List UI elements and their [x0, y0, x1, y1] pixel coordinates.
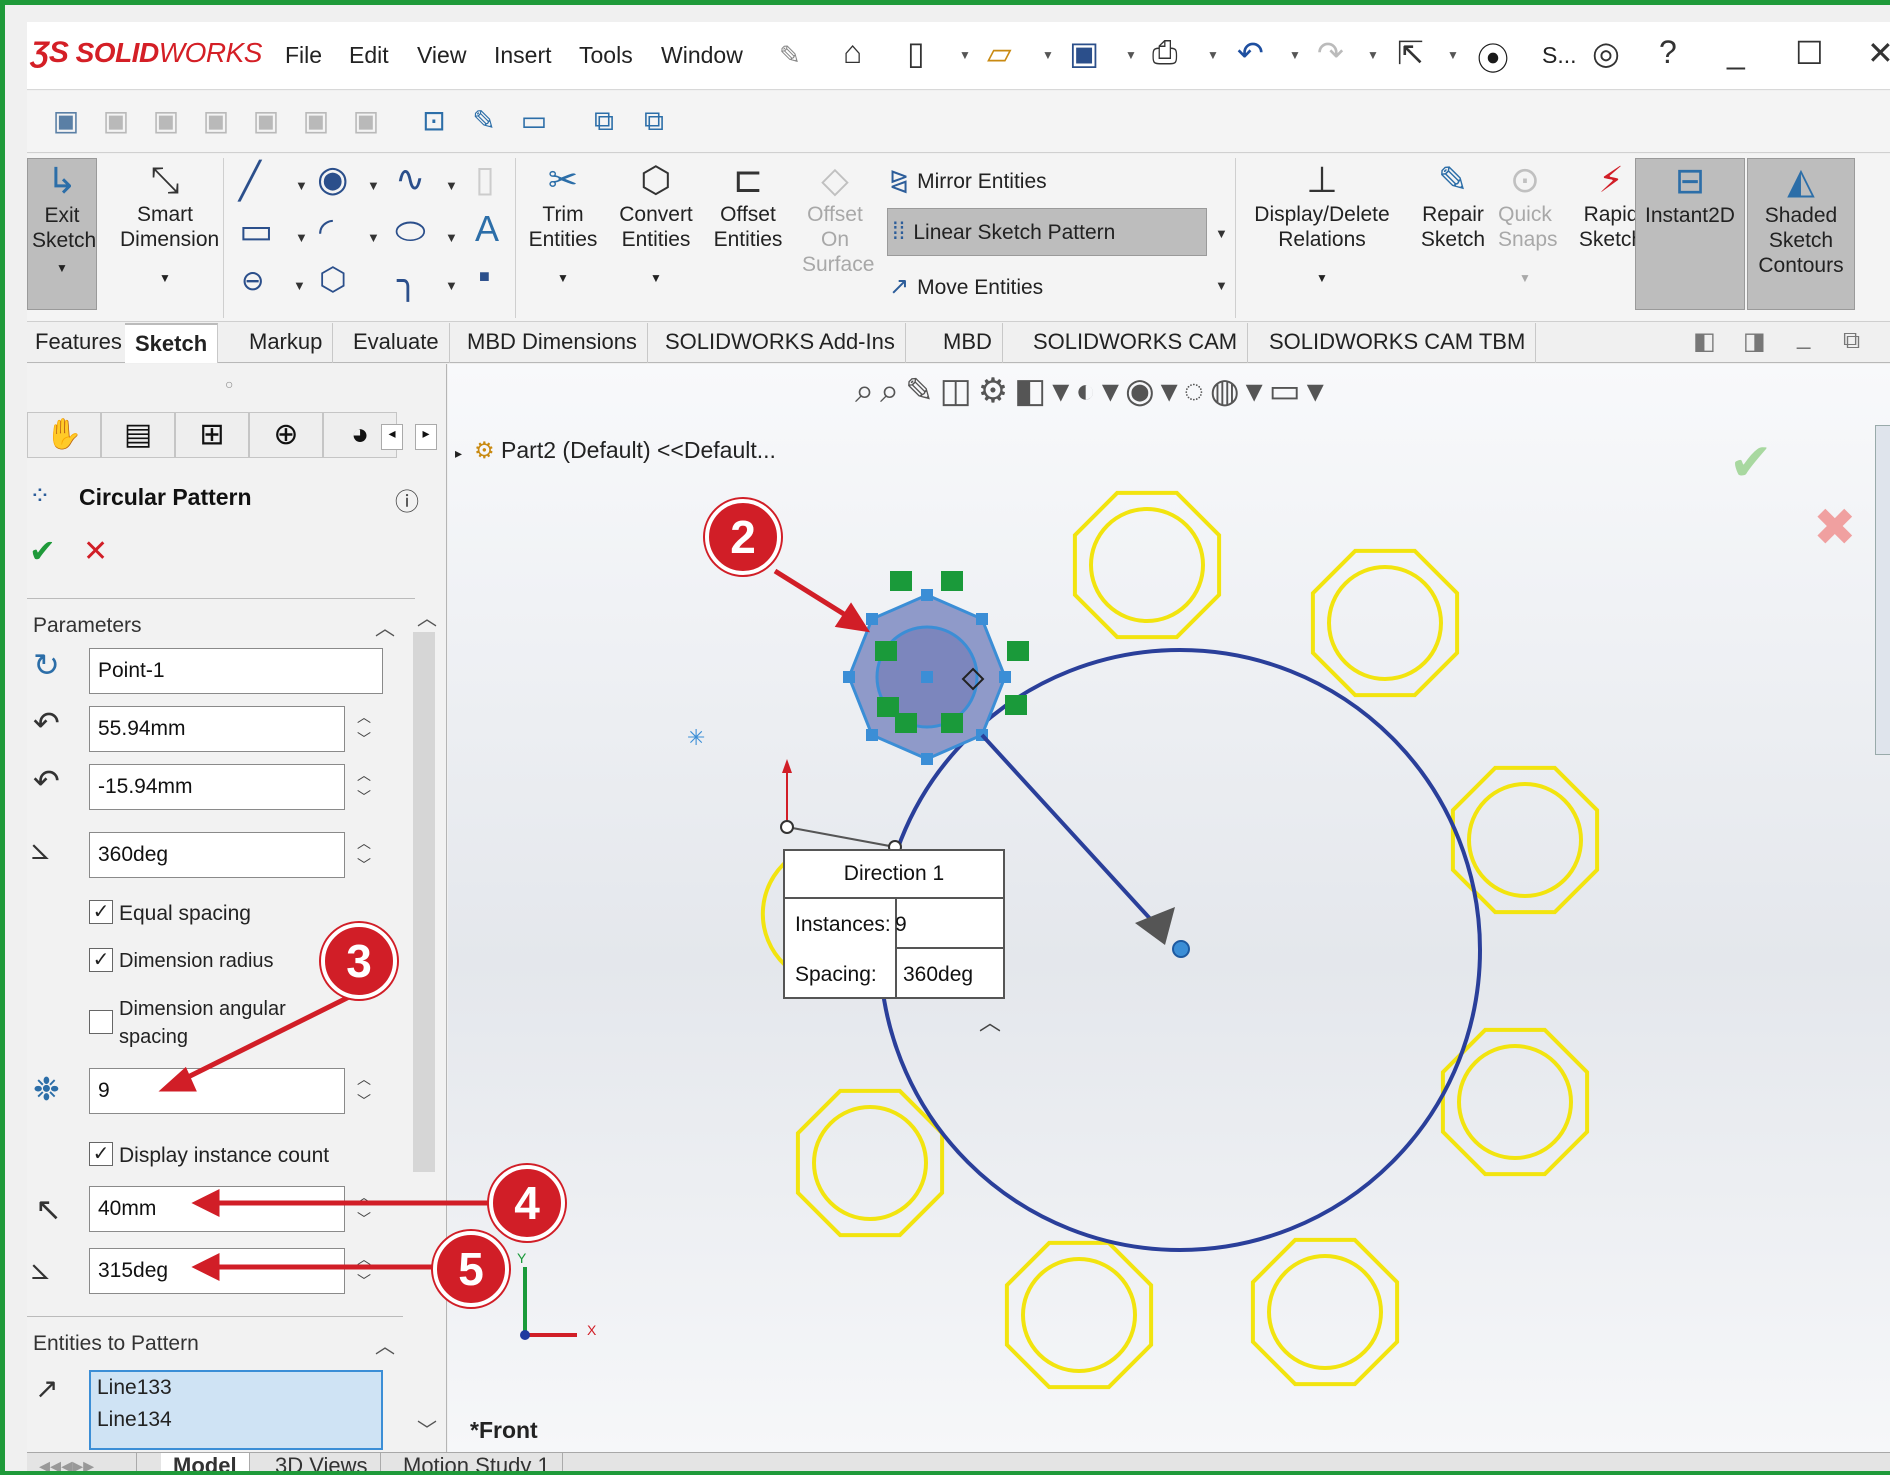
radius-arrowhead-icon: [1135, 907, 1175, 945]
pattern-instance-hexagon: [795, 1088, 945, 1238]
callout-2: 2: [705, 499, 781, 575]
direction-callout[interactable]: Direction 1 Instances: 9 Spacing: 360deg: [783, 849, 1005, 999]
task-pane-strip[interactable]: [1875, 425, 1890, 755]
pattern-instance-circle: [1021, 1257, 1137, 1373]
bottom-tabs: ◂◂◂▸▸ Model 3D Views Motion Study 1: [27, 1452, 1890, 1471]
pattern-instance-circle: [1089, 507, 1205, 623]
pattern-instance-circle: [1457, 1044, 1573, 1160]
pattern-instance-hexagon: [1310, 548, 1460, 698]
triad-x-label: X: [587, 1322, 597, 1338]
direction-title: Direction 1: [785, 851, 1003, 899]
pattern-instance-hexagon: [1250, 1237, 1400, 1387]
instances-label: Instances:: [795, 913, 891, 936]
callout-collapse-icon[interactable]: ︿: [979, 1005, 1001, 1037]
callout-5: 5: [433, 1231, 509, 1307]
expand-icon[interactable]: ▸: [455, 445, 462, 461]
tab-scroll-arrows-icon[interactable]: ◂◂◂▸▸: [27, 1453, 137, 1471]
red-arrow-icon: [782, 759, 792, 773]
pattern-instance-hexagon: [1440, 1027, 1590, 1177]
spacing-label: Spacing:: [795, 963, 877, 986]
pattern-instance-circle: [812, 1105, 928, 1221]
sketch-canvas[interactable]: ✳ ✔ ✖ Y X: [5, 5, 1890, 1475]
tab-motion-study-1[interactable]: Motion Study 1: [391, 1453, 563, 1471]
heads-up-toolbar[interactable]: ⌕⌕✎◫⚙◧▾◐▾◉▾◌◍▾▭▾: [855, 371, 1330, 411]
center-point-handle[interactable]: [1172, 940, 1190, 958]
feature-tree-flyout[interactable]: ▸ ⚙ Part2 (Default) <<Default...: [455, 437, 776, 464]
direction-handle[interactable]: [786, 826, 896, 848]
confirm-cancel-icon[interactable]: ✖: [1813, 499, 1857, 557]
tab-model[interactable]: Model: [161, 1453, 250, 1471]
pattern-instance-hexagon: [1004, 1240, 1154, 1390]
tab-3d-views[interactable]: 3D Views: [263, 1453, 381, 1471]
app-window: ƷS SOLIDWORKS File Edit View Insert Tool…: [0, 0, 1890, 1475]
triad-y-label: Y: [517, 1250, 527, 1266]
view-orientation-label: *Front: [470, 1417, 538, 1443]
pattern-instance-circle: [1467, 782, 1583, 898]
handle-point[interactable]: [780, 820, 794, 834]
pattern-instance-circle: [1267, 1254, 1383, 1370]
part-icon: ⚙: [474, 437, 495, 463]
callout-3: 3: [321, 923, 397, 999]
pattern-instance-hexagon: [1072, 490, 1222, 640]
part-name: Part2 (Default) <<Default...: [501, 437, 776, 463]
triad-origin: [520, 1330, 530, 1340]
callout-4: 4: [489, 1165, 565, 1241]
radius-arrow[interactable]: [980, 733, 1167, 937]
spacing-value[interactable]: 360deg: [903, 963, 973, 987]
instances-value[interactable]: 9: [895, 913, 907, 937]
origin-marker-icon: ✳: [687, 725, 705, 750]
pattern-instance-circle: [1327, 565, 1443, 681]
confirm-check-icon[interactable]: ✔: [1729, 434, 1773, 492]
